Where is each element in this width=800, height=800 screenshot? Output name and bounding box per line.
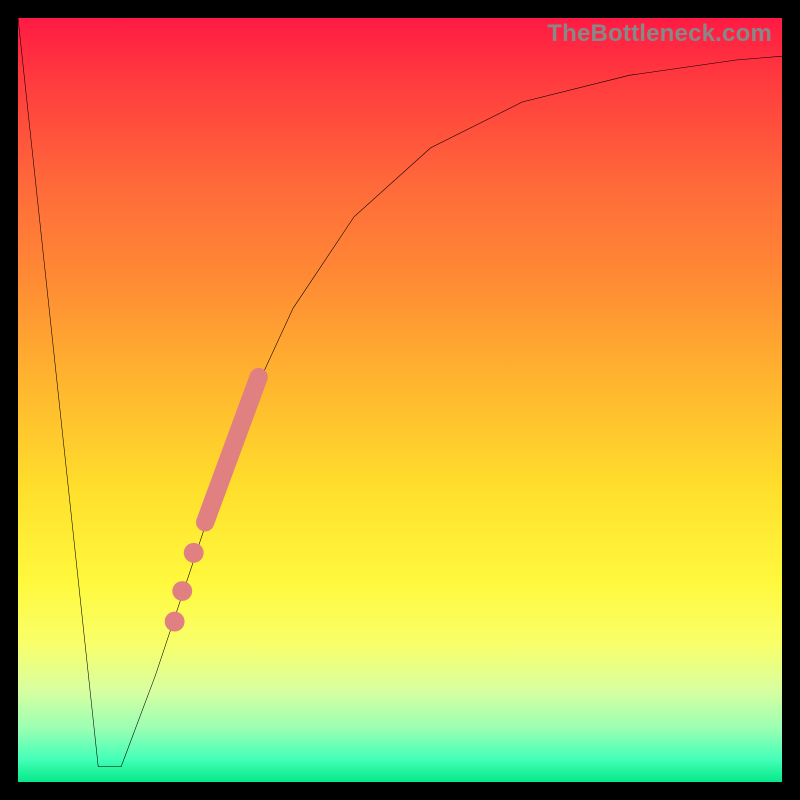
chart-frame: TheBottleneck.com xyxy=(0,0,800,800)
highlight-thick-segment xyxy=(205,377,258,522)
plot-area: TheBottleneck.com xyxy=(18,18,782,782)
highlight-dot xyxy=(172,581,192,601)
main-curve xyxy=(18,18,782,767)
highlight-dot xyxy=(165,612,185,632)
chart-svg xyxy=(18,18,782,782)
highlight-dot xyxy=(184,543,204,563)
